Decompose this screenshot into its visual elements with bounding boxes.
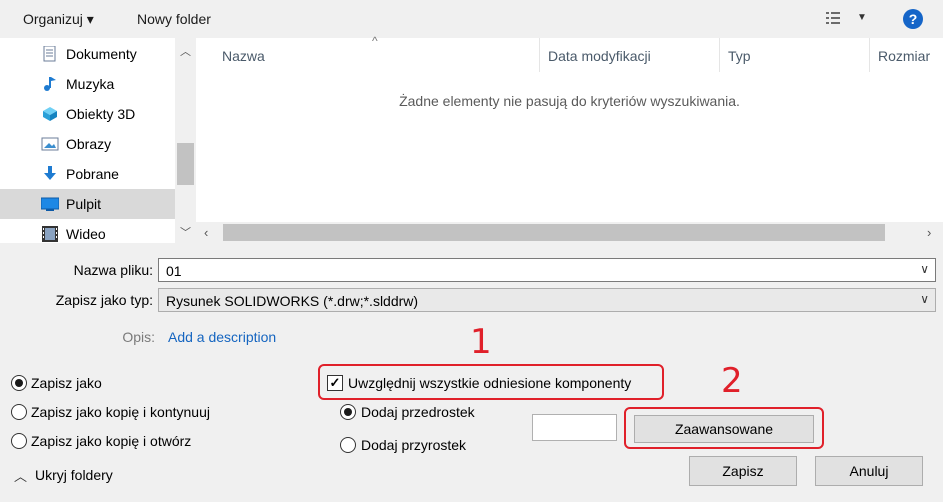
save-copy-open-radio[interactable]	[11, 433, 27, 449]
organize-button[interactable]: Organizuj ▾	[23, 11, 94, 28]
file-list: ^ Nazwa Data modyfikacji Typ Rozmiar Żad…	[196, 34, 943, 243]
nav-item-label: Wideo	[66, 226, 106, 242]
pictures-icon	[41, 136, 59, 152]
new-folder-button[interactable]: Nowy folder	[137, 11, 211, 27]
column-header-size[interactable]: Rozmiar	[878, 48, 930, 64]
affix-text-input[interactable]	[532, 414, 617, 441]
nav-item-label: Obiekty 3D	[66, 106, 136, 122]
3d-objects-icon	[41, 106, 59, 122]
save-as-radio[interactable]	[11, 375, 27, 391]
desktop-icon	[40, 196, 60, 212]
nav-scroll-thumb[interactable]	[177, 143, 194, 185]
file-list-horizontal-scrollbar[interactable]: ‹ ›	[196, 222, 943, 243]
cancel-button[interactable]: Anuluj	[815, 456, 923, 486]
save-copy-continue-label: Zapisz jako kopię i kontynuuj	[31, 404, 210, 420]
nav-item-documents[interactable]: Dokumenty	[0, 39, 175, 69]
nav-item-pictures[interactable]: Obrazy	[0, 129, 175, 159]
scroll-left-icon[interactable]: ‹	[204, 225, 208, 240]
filename-label: Nazwa pliku:	[73, 262, 153, 278]
nav-item-desktop[interactable]: Pulpit	[0, 189, 175, 219]
save-button[interactable]: Zapisz	[689, 456, 797, 486]
scroll-right-icon[interactable]: ›	[927, 225, 931, 240]
chevron-down-icon: ∨	[920, 292, 929, 306]
downloads-icon	[41, 166, 59, 182]
column-header-type[interactable]: Typ	[728, 48, 751, 64]
music-icon	[41, 76, 59, 92]
column-header-date[interactable]: Data modyfikacji	[548, 48, 651, 64]
toolbar: Organizuj ▾ Nowy folder ▼ ?	[0, 0, 943, 38]
add-prefix-radio[interactable]	[340, 404, 356, 420]
save-copy-continue-radio[interactable]	[11, 404, 27, 420]
column-divider	[719, 38, 720, 72]
filename-value: 01	[166, 263, 182, 279]
navigation-pane: Dokumenty Muzyka Obiekty 3D Obrazy Pobra…	[0, 38, 196, 243]
sort-ascending-icon: ^	[372, 34, 378, 48]
nav-item-label: Muzyka	[66, 76, 115, 92]
documents-icon	[41, 45, 59, 62]
view-options-icon[interactable]	[826, 11, 846, 28]
save-as-label: Zapisz jako	[31, 375, 102, 391]
nav-item-video[interactable]: Wideo	[0, 219, 175, 249]
video-icon	[41, 226, 59, 242]
nav-item-music[interactable]: Muzyka	[0, 69, 175, 99]
highlight-box-1	[318, 364, 664, 400]
add-suffix-label: Dodaj przyrostek	[361, 437, 467, 453]
description-label: Opis:	[122, 329, 155, 345]
nav-item-downloads[interactable]: Pobrane	[0, 159, 175, 189]
savetype-value: Rysunek SOLIDWORKS (*.drw;*.slddrw)	[166, 293, 419, 309]
add-description-link[interactable]: Add a description	[168, 329, 276, 345]
callout-number-1: 1	[470, 322, 492, 362]
view-dropdown-icon[interactable]: ▼	[857, 12, 867, 23]
filename-input[interactable]: 01 ∨	[158, 258, 936, 282]
help-icon[interactable]: ?	[903, 9, 923, 29]
nav-item-3d-objects[interactable]: Obiekty 3D	[0, 99, 175, 129]
savetype-select[interactable]: Rysunek SOLIDWORKS (*.drw;*.slddrw) ∨	[158, 288, 936, 312]
scroll-up-icon[interactable]: ︿	[180, 43, 191, 59]
column-divider	[869, 38, 870, 72]
nav-item-label: Pobrane	[66, 166, 119, 182]
savetype-label: Zapisz jako typ:	[55, 292, 153, 308]
nav-scrollbar[interactable]: ︿ ﹀	[175, 38, 196, 243]
scroll-down-icon[interactable]: ﹀	[180, 224, 191, 240]
chevron-up-icon[interactable]: ︿	[14, 466, 27, 485]
hide-folders-button[interactable]: Ukryj foldery	[35, 467, 113, 483]
callout-number-2: 2	[721, 361, 743, 401]
empty-message: Żadne elementy nie pasują do kryteriów w…	[399, 93, 740, 109]
highlight-box-2	[624, 407, 824, 449]
nav-item-label: Pulpit	[66, 196, 102, 212]
add-prefix-label: Dodaj przedrostek	[361, 404, 475, 420]
add-suffix-radio[interactable]	[340, 437, 356, 453]
chevron-down-icon[interactable]: ∨	[920, 262, 929, 276]
nav-item-label: Dokumenty	[66, 46, 137, 62]
horizontal-scroll-thumb[interactable]	[223, 224, 885, 241]
nav-item-label: Obrazy	[66, 136, 112, 152]
save-copy-open-label: Zapisz jako kopię i otwórz	[31, 433, 192, 449]
column-header-name[interactable]: Nazwa	[222, 48, 265, 64]
column-divider	[539, 38, 540, 72]
